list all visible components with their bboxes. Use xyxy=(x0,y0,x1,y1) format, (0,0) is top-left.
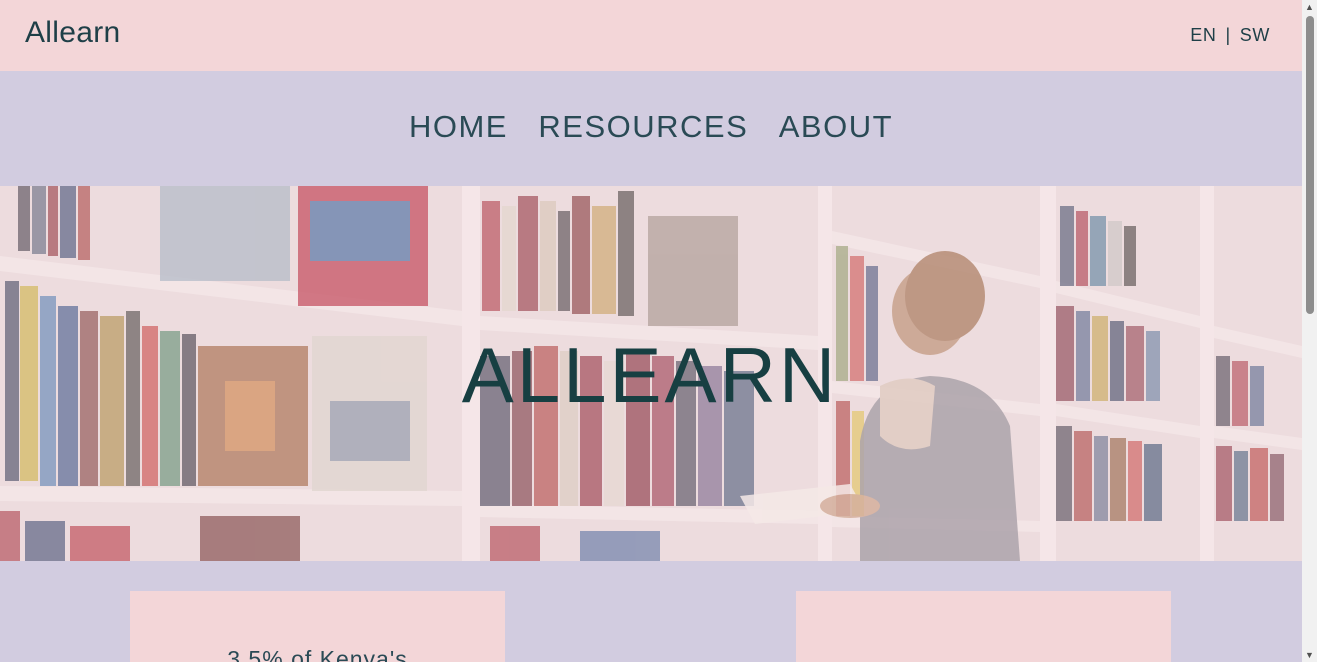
scroll-up-arrow-icon[interactable]: ▲ xyxy=(1302,0,1317,14)
lang-separator: | xyxy=(1225,25,1231,45)
stat-card-left: 3.5% of Kenya's xyxy=(130,591,505,662)
brand-logo[interactable]: Allearn xyxy=(25,16,120,50)
hero-title: ALLEARN xyxy=(461,331,839,419)
lang-en-link[interactable]: EN xyxy=(1190,25,1216,46)
nav-about[interactable]: ABOUT xyxy=(779,109,893,145)
language-switcher: EN | SW xyxy=(1190,25,1270,46)
scrollbar-thumb[interactable] xyxy=(1306,16,1314,314)
nav-resources[interactable]: RESOURCES xyxy=(538,109,748,145)
top-bar: Allearn EN | SW xyxy=(0,0,1302,71)
nav-home[interactable]: HOME xyxy=(409,109,508,145)
vertical-scrollbar[interactable]: ▲ ▼ xyxy=(1302,0,1317,662)
stat-card-text: 3.5% of Kenya's xyxy=(227,646,408,662)
page: Allearn EN | SW HOME RESOURCES ABOUT ALL… xyxy=(0,0,1302,662)
main-nav: HOME RESOURCES ABOUT xyxy=(0,71,1302,186)
lang-sw-link[interactable]: SW xyxy=(1240,25,1270,46)
scroll-down-arrow-icon[interactable]: ▼ xyxy=(1302,648,1317,662)
hero-banner: ALLEARN xyxy=(0,186,1302,561)
stat-card-right xyxy=(796,591,1171,662)
